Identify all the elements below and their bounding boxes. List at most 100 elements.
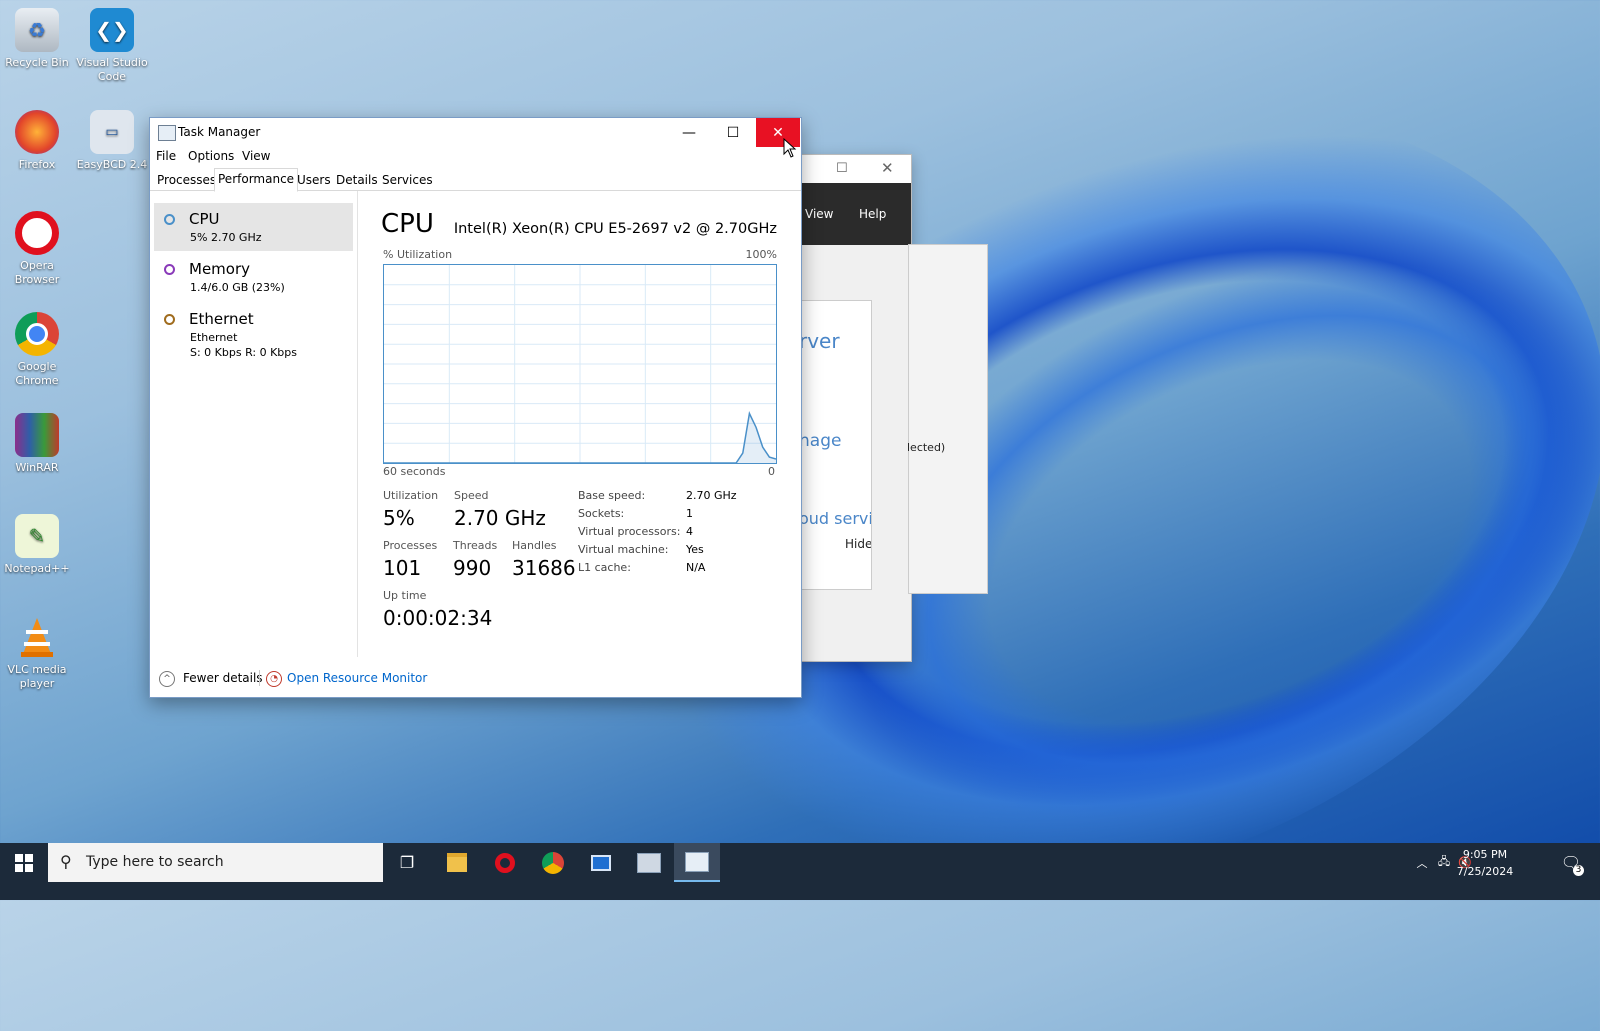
chevron-up-icon[interactable]: ^ (159, 671, 175, 687)
stat-label: Threads (453, 539, 498, 552)
network-tray-button[interactable]: 🖧 (1434, 843, 1454, 882)
stat-utilization: Utilization 5% (383, 489, 438, 530)
desktop-icon-notepadpp[interactable]: ✎ Notepad++ (0, 514, 74, 576)
stat-value: 5% (383, 506, 415, 530)
stat-label: Speed (454, 489, 489, 502)
vlc-icon (15, 615, 59, 659)
notepadpp-icon: ✎ (15, 514, 59, 558)
maximize-button[interactable]: ☐ (711, 118, 755, 147)
desktop-icon-label: WinRAR (15, 461, 59, 474)
card-fragment: nage (800, 431, 842, 451)
sidebar-item-sub: Ethernet (190, 331, 238, 344)
recycle-bin-icon: ♻ (15, 8, 59, 52)
stat-label: Up time (383, 589, 427, 602)
taskbar-search-box[interactable]: ⚲ Type here to search (48, 843, 383, 882)
desktop-icon-recycle-bin[interactable]: ♻ Recycle Bin (0, 8, 74, 70)
background-side-panel: lected) (907, 244, 988, 594)
maximize-icon[interactable]: ☐ (836, 161, 848, 176)
search-placeholder: Type here to search (86, 854, 224, 870)
desktop-icon-opera[interactable]: Opera Browser (0, 211, 74, 287)
tab-services[interactable]: Services (379, 172, 436, 190)
easybcd-icon: ▭ (90, 110, 134, 154)
task-manager-taskbar-button[interactable] (674, 843, 720, 882)
desktop-icon-chrome[interactable]: Google Chrome (0, 312, 74, 388)
desktop-icon-label: Firefox (18, 158, 56, 171)
desktop-icon-winrar[interactable]: WinRAR (0, 413, 74, 475)
desktop-icon-label: Opera Browser (14, 259, 60, 286)
opera-icon (495, 852, 515, 873)
minimize-icon: — (682, 124, 696, 141)
network-icon: 🖧 (1437, 855, 1451, 868)
tab-details[interactable]: Details (333, 172, 381, 190)
stat-label: Utilization (383, 489, 439, 502)
opera-icon (15, 211, 59, 255)
desktop-icon-label: Notepad++ (4, 562, 70, 575)
network-app-taskbar-button[interactable] (626, 843, 672, 882)
menu-file[interactable]: File (156, 149, 176, 163)
cpu-model: Intel(R) Xeon(R) CPU E5-2697 v2 @ 2.70GH… (453, 221, 777, 237)
show-hidden-icons-button[interactable]: ︿ (1412, 843, 1432, 882)
stat-handles: Handles 31686 (512, 539, 576, 580)
chrome-icon (542, 851, 564, 874)
detail-value: N/A (686, 561, 706, 574)
chrome-taskbar-button[interactable] (530, 843, 576, 882)
detail-value: Yes (686, 543, 704, 556)
menu-help[interactable]: Help (859, 207, 886, 221)
task-manager-icon (158, 125, 176, 141)
divider (259, 670, 260, 686)
clock[interactable]: 9:05 PM 7/25/2024 (1452, 846, 1518, 880)
stat-uptime: Up time 0:00:02:34 (383, 589, 492, 630)
tab-bar: Processes Performance Users Details Serv… (150, 168, 801, 192)
minimize-button[interactable]: — (667, 118, 711, 147)
open-resource-monitor-link[interactable]: Open Resource Monitor (287, 671, 427, 685)
desktop-icon-firefox[interactable]: Firefox (0, 110, 74, 172)
notifications-button[interactable]: 🗨 3 (1556, 843, 1586, 882)
detail-value: 1 (686, 507, 693, 520)
sidebar-item-sub: 5% 2.70 GHz (190, 231, 262, 244)
cpu-ring-icon (164, 214, 175, 225)
stat-label: Handles (512, 539, 557, 552)
window-app-taskbar-button[interactable] (578, 843, 624, 882)
graph-label: % Utilization (383, 248, 453, 261)
task-manager-window[interactable]: Task Manager — ☐ ✕ File Options View Pro… (149, 117, 802, 698)
sidebar-item-cpu[interactable]: CPU 5% 2.70 GHz (154, 203, 353, 251)
footer: ^ Fewer details ◔ Open Resource Monitor (150, 657, 801, 697)
chevron-up-icon: ︿ (1416, 856, 1428, 870)
sidebar-item-sub: S: 0 Kbps R: 0 Kbps (190, 346, 297, 359)
hide-link[interactable]: Hide (845, 537, 871, 551)
stat-value: 31686 (512, 556, 576, 580)
fewer-details-button[interactable]: Fewer details (183, 671, 263, 685)
chrome-icon (15, 312, 59, 356)
file-explorer-button[interactable] (434, 843, 480, 882)
mouse-cursor (783, 138, 797, 158)
menu-view[interactable]: View (242, 149, 270, 163)
windows-icon (14, 853, 33, 872)
tab-processes[interactable]: Processes (154, 172, 219, 190)
desktop-icon-easybcd[interactable]: ▭ EasyBCD 2.4 (75, 110, 149, 172)
close-icon[interactable]: ✕ (881, 159, 894, 177)
title-bar[interactable]: Task Manager — ☐ ✕ (150, 118, 801, 148)
sidebar-item-memory[interactable]: Memory 1.4/6.0 GB (23%) (154, 253, 353, 301)
sidebar-item-ethernet[interactable]: Ethernet Ethernet S: 0 Kbps R: 0 Kbps (154, 303, 353, 365)
opera-taskbar-button[interactable] (482, 843, 528, 882)
detail-key: L1 cache: (578, 561, 631, 574)
search-icon: ⚲ (60, 852, 72, 871)
start-button[interactable] (0, 843, 47, 882)
taskbar: ⚲ Type here to search ❐ ︿ 🖧 🔇 9:05 PM 7/… (0, 843, 1600, 900)
sidebar-item-label: Ethernet (189, 310, 254, 328)
desktop-icon-vscode[interactable]: ❮❯ Visual Studio Code (75, 8, 149, 84)
file-explorer-icon (447, 853, 467, 872)
tab-performance[interactable]: Performance (214, 168, 299, 192)
menu-view[interactable]: View (805, 207, 833, 221)
background-inner-card: rver nage oud servic Hide (800, 300, 872, 590)
background-window-titlebar[interactable]: ☐ ✕ (801, 155, 911, 183)
task-view-button[interactable]: ❐ (384, 843, 430, 882)
menu-options[interactable]: Options (188, 149, 234, 163)
stat-processes: Processes 101 (383, 539, 437, 580)
tab-users[interactable]: Users (294, 172, 334, 190)
notification-count: 3 (1573, 865, 1584, 876)
stat-value: 2.70 GHz (454, 506, 546, 530)
card-fragment: rver (800, 329, 840, 353)
graph-time-label: 60 seconds (383, 465, 446, 478)
desktop-icon-vlc[interactable]: VLC media player (0, 615, 74, 691)
